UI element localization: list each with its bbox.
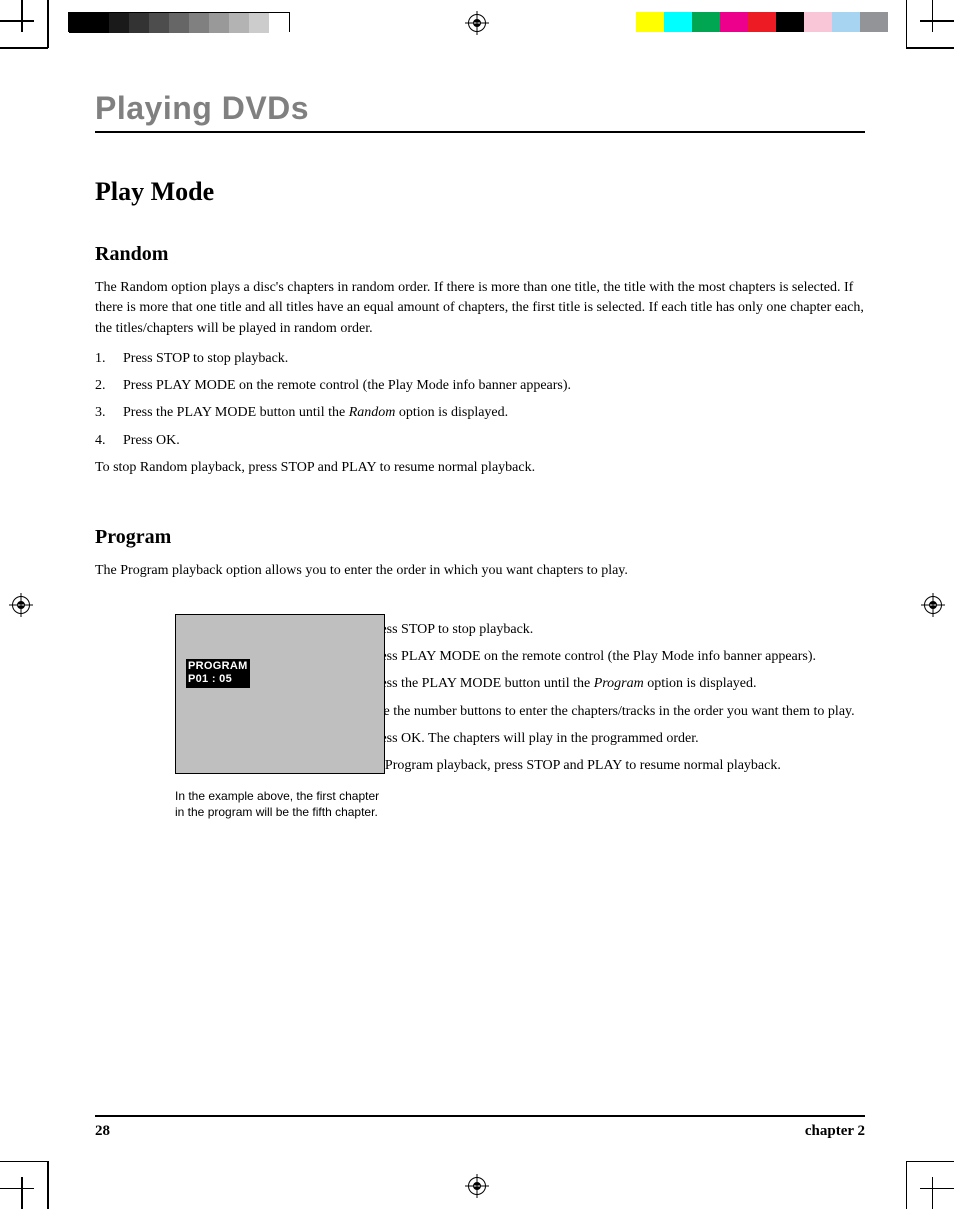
heading-rule	[95, 131, 865, 133]
color-swatch-bar	[636, 12, 888, 32]
random-outro: To stop Random playback, press STOP and …	[95, 458, 865, 478]
page-number: 28	[95, 1123, 110, 1140]
list-item: 4.Press OK.	[95, 431, 865, 451]
program-osd-label: PROGRAM P01 : 05	[186, 659, 250, 689]
program-intro: The Program playback option allows you t…	[95, 561, 865, 581]
random-heading: Random	[95, 243, 865, 266]
program-steps: 1.Press STOP to stop playback. 2.Press P…	[340, 620, 865, 749]
program-outro: To stop Program playback, press STOP and…	[340, 756, 865, 776]
registration-mark-icon	[12, 596, 30, 614]
program-screenshot: PROGRAM P01 : 05	[175, 614, 385, 774]
chapter-label: chapter 2	[805, 1123, 865, 1140]
registration-mark-icon	[924, 596, 942, 614]
list-item: 3.Press the PLAY MODE button until the R…	[95, 403, 865, 423]
page-footer: 28 chapter 2	[95, 1115, 865, 1140]
footer-rule	[95, 1115, 865, 1117]
list-item: 1.Press STOP to stop playback.	[95, 349, 865, 369]
list-item: 1.Press STOP to stop playback.	[340, 620, 865, 640]
section-title: Play Mode	[95, 177, 865, 207]
page-content: Playing DVDs Play Mode Random The Random…	[95, 90, 865, 820]
program-heading: Program	[95, 526, 865, 549]
random-intro: The Random option plays a disc's chapter…	[95, 278, 865, 339]
registration-mark-icon	[468, 14, 486, 32]
random-steps: 1.Press STOP to stop playback. 2.Press P…	[95, 349, 865, 451]
grayscale-swatch-bar	[68, 12, 290, 32]
chapter-heading: Playing DVDs	[95, 90, 865, 127]
registration-mark-icon	[468, 1177, 486, 1195]
list-item: 4.Use the number buttons to enter the ch…	[340, 702, 865, 722]
list-item: 2.Press PLAY MODE on the remote control …	[340, 647, 865, 667]
list-item: 5.Press OK. The chapters will play in th…	[340, 729, 865, 749]
list-item: 3.Press the PLAY MODE button until the P…	[340, 674, 865, 694]
list-item: 2.Press PLAY MODE on the remote control …	[95, 376, 865, 396]
